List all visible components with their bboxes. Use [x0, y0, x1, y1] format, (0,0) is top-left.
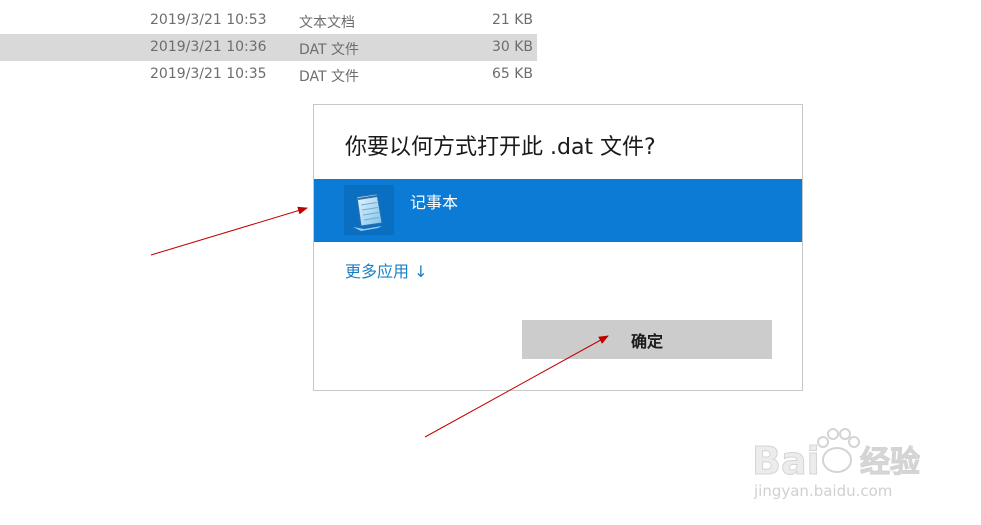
arrow-to-ok-button — [424, 335, 609, 438]
svg-text:jingyan.baidu.com: jingyan.baidu.com — [753, 482, 892, 500]
svg-text:经验: 经验 — [860, 445, 920, 480]
baidu-jingyan-watermark: Bai du 经验 jingyan.baidu.com — [752, 428, 921, 500]
svg-text:du: du — [826, 456, 846, 472]
arrow-to-notepad — [150, 206, 308, 256]
svg-text:Bai: Bai — [752, 439, 820, 483]
